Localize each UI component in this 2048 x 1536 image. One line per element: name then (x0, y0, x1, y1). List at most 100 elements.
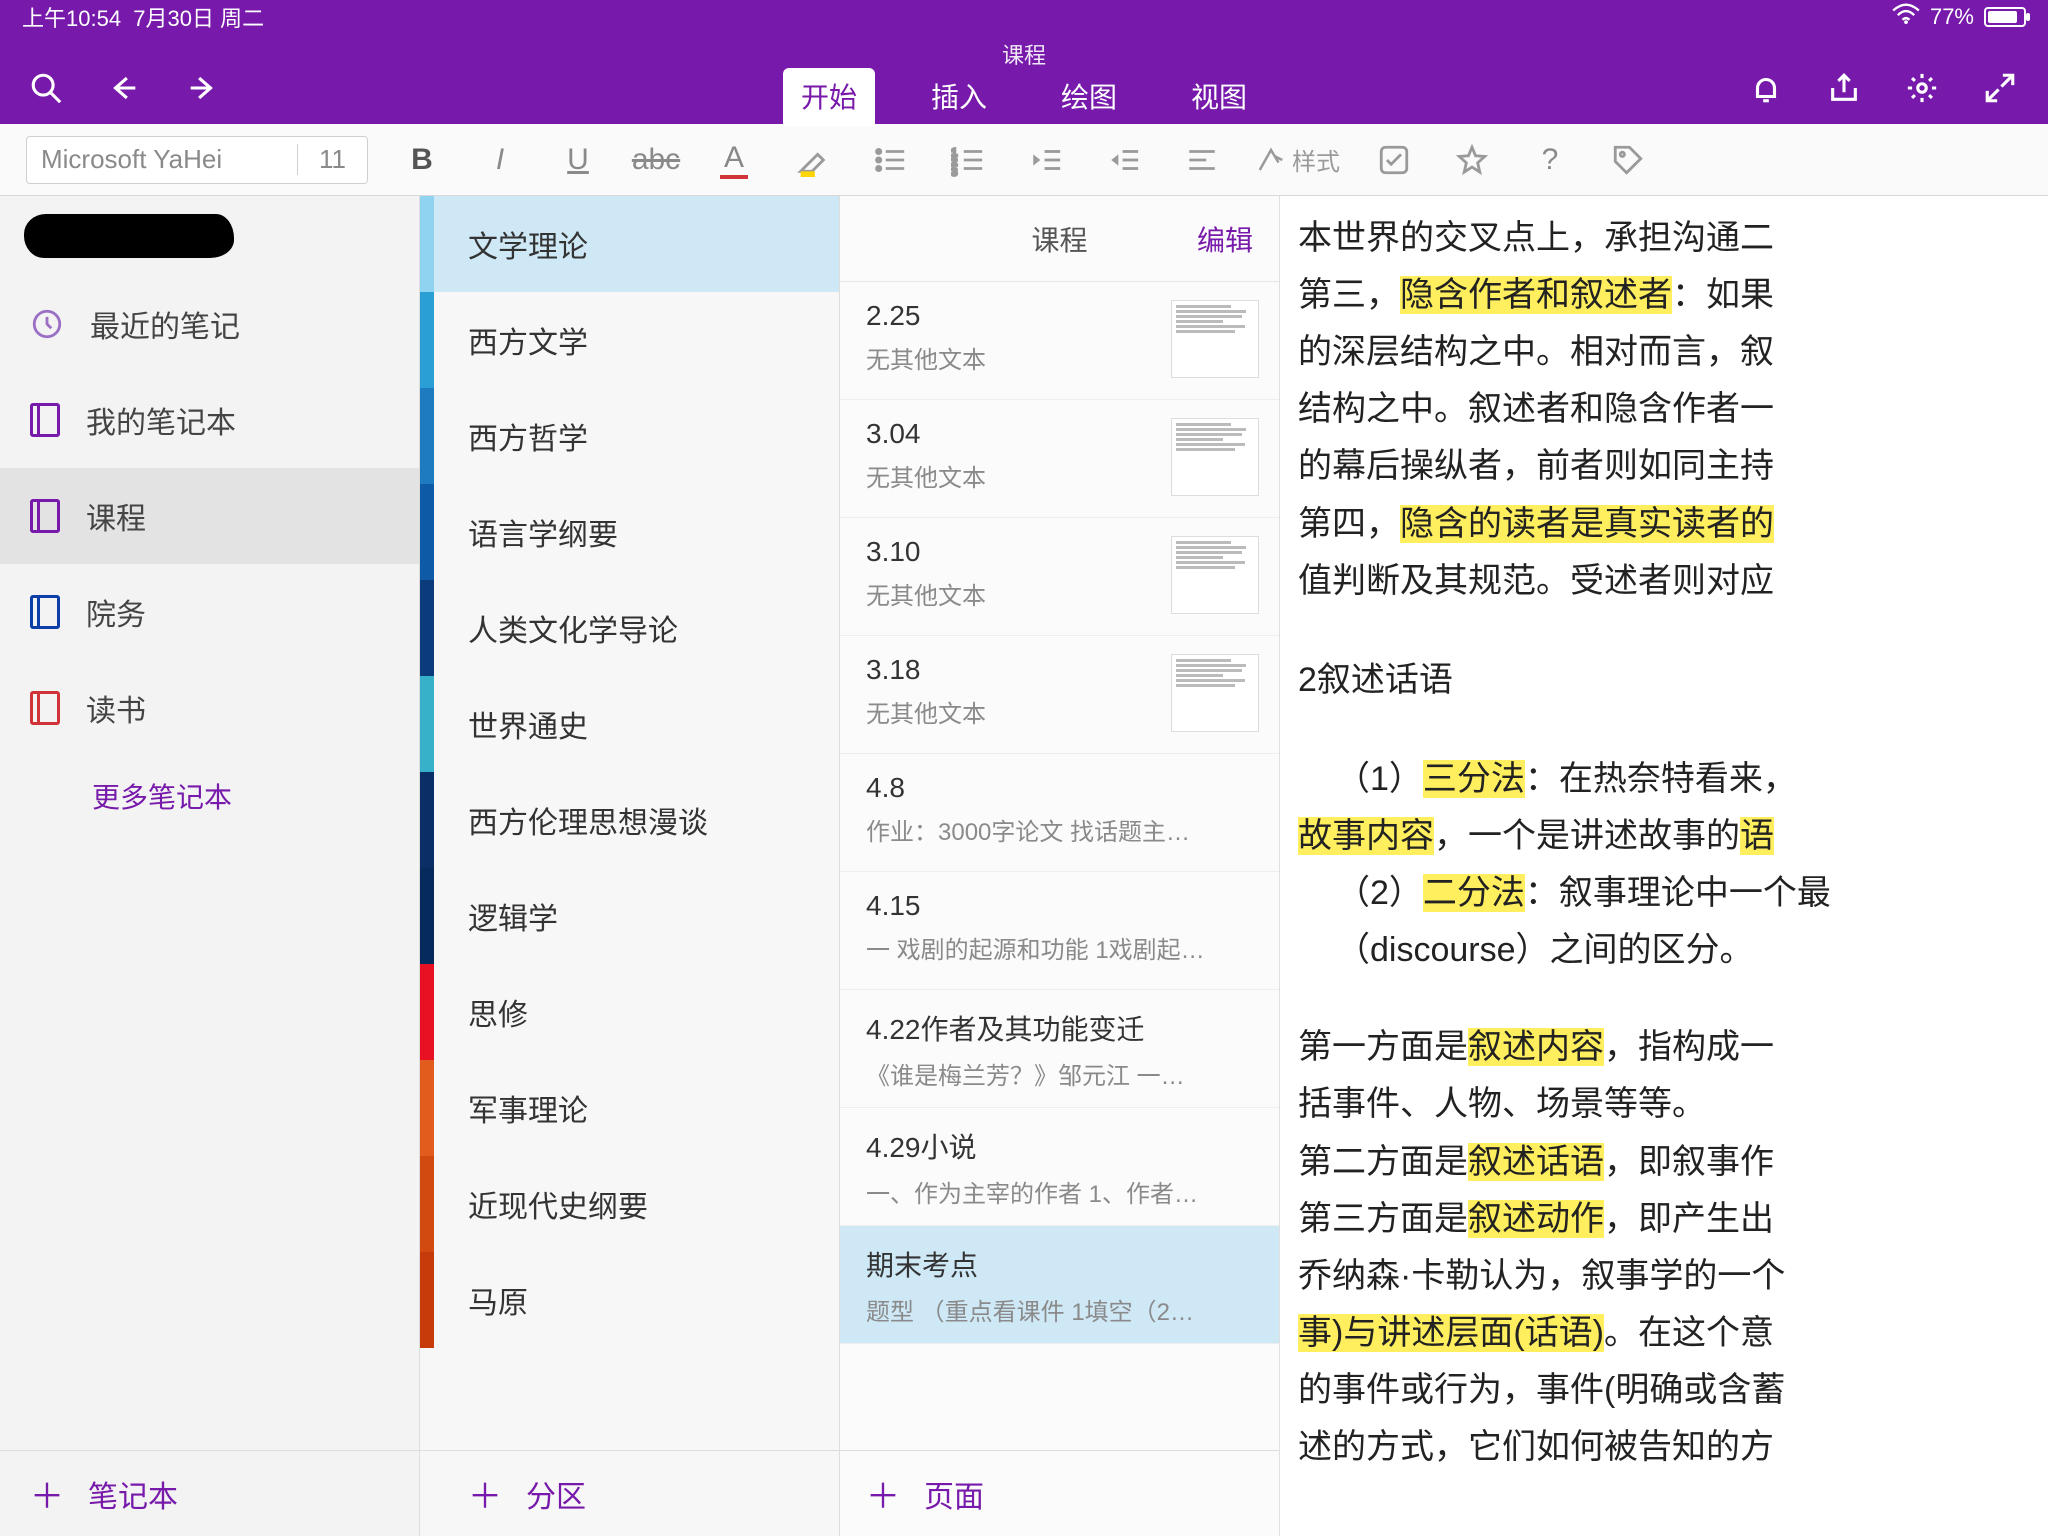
battery-pct: 77% (1930, 4, 1974, 30)
align-button[interactable] (1178, 136, 1226, 184)
page-item-title: 3.04 (866, 418, 1157, 450)
numbering-button[interactable]: 123 (944, 136, 992, 184)
notebook-item[interactable]: 读书 (0, 660, 419, 756)
page-item-title: 4.8 (866, 772, 1259, 804)
plus-icon: ＋ (866, 1469, 900, 1518)
tab-insert[interactable]: 插入 (913, 68, 1005, 126)
section-item[interactable]: 语言学纲要 (420, 484, 839, 580)
section-item[interactable]: 近现代史纲要 (420, 1156, 839, 1252)
page-item[interactable]: 3.10 无其他文本 (840, 518, 1279, 636)
section-item[interactable]: 军事理论 (420, 1060, 839, 1156)
settings-icon[interactable] (1904, 70, 1940, 106)
page-item-title: 3.10 (866, 536, 1157, 568)
page-thumbnail (1171, 654, 1259, 732)
star-tag-button[interactable] (1448, 136, 1496, 184)
section-item[interactable]: 西方文学 (420, 292, 839, 388)
section-item[interactable]: 世界通史 (420, 676, 839, 772)
tag-button[interactable] (1604, 136, 1652, 184)
bold-button[interactable]: B (398, 136, 446, 184)
page-thumbnail (1171, 536, 1259, 614)
wifi-icon (1892, 3, 1920, 31)
styles-button[interactable]: 样式 (1256, 142, 1340, 177)
recent-notes[interactable]: 最近的笔记 (0, 276, 419, 372)
fullscreen-icon[interactable] (1982, 70, 2018, 106)
edit-pages-button[interactable]: 编辑 (1197, 219, 1253, 259)
share-icon[interactable] (1826, 70, 1862, 106)
page-item-preview: 题型 （重点看课件 1填空（2… (866, 1292, 1259, 1327)
page-item[interactable]: 4.29小说一、作为主宰的作者 1、作者… (840, 1108, 1279, 1226)
document-title: 课程 (1002, 38, 1046, 70)
note-content[interactable]: 本世界的交叉点上，承担沟通二 第三，隐含作者和叙述者：如果 的深层结构之中。相对… (1280, 196, 2048, 1536)
plus-icon: ＋ (30, 1469, 64, 1518)
notebook-item[interactable]: 课程 (0, 468, 419, 564)
highlight-button[interactable] (788, 136, 836, 184)
page-item-title: 4.15 (866, 890, 1259, 922)
question-tag-button[interactable]: ? (1526, 136, 1574, 184)
font-selector[interactable]: Microsoft YaHei 11 (26, 136, 368, 184)
font-size[interactable]: 11 (297, 144, 367, 175)
section-item[interactable]: 逻辑学 (420, 868, 839, 964)
svg-text:3: 3 (951, 166, 957, 176)
tab-view[interactable]: 视图 (1173, 68, 1265, 126)
page-item[interactable]: 4.15 一 戏剧的起源和功能 1戏剧起… (840, 872, 1279, 990)
battery-icon (1984, 7, 2026, 27)
add-section[interactable]: ＋分区 (420, 1450, 839, 1536)
notebook-item[interactable]: 院务 (0, 564, 419, 660)
page-item-preview: 无其他文本 (866, 576, 1157, 611)
title-bar: 课程 开始 插入 绘图 视图 (0, 34, 2048, 124)
section-item[interactable]: 西方伦理思想漫谈 (420, 772, 839, 868)
page-list-panel: 课程 编辑 2.25无其他文本3.04无其他文本3.10无其他文本3.18无其他… (840, 196, 1280, 1536)
status-time: 上午10:54 (22, 6, 121, 31)
plus-icon: ＋ (468, 1469, 502, 1518)
indent-button[interactable] (1100, 136, 1148, 184)
notebook-icon (30, 499, 60, 533)
page-item-preview: 作业：3000字论文 找话题主… (866, 812, 1259, 847)
page-item[interactable]: 4.22作者及其功能变迁《谁是梅兰芳？》邹元江 一… (840, 990, 1279, 1108)
section-item[interactable]: 马原 (420, 1252, 839, 1348)
notebook-sidebar: 最近的笔记 我的笔记本 课程 院务 读书 更多笔记本 ＋笔记本 (0, 196, 420, 1536)
page-item-title: 4.22作者及其功能变迁 (866, 1008, 1259, 1048)
page-item[interactable]: 4.8 作业：3000字论文 找话题主… (840, 754, 1279, 872)
add-notebook[interactable]: ＋笔记本 (0, 1450, 419, 1536)
page-item-preview: 一 戏剧的起源和功能 1戏剧起… (866, 930, 1259, 965)
strike-button[interactable]: abc (632, 136, 680, 184)
section-item[interactable]: 西方哲学 (420, 388, 839, 484)
page-item[interactable]: 期末考点题型 （重点看课件 1填空（2… (840, 1226, 1279, 1344)
undo-icon[interactable] (106, 70, 142, 106)
add-page[interactable]: ＋页面 (840, 1450, 1279, 1536)
italic-button[interactable]: I (476, 136, 524, 184)
tab-draw[interactable]: 绘图 (1043, 68, 1135, 126)
redo-icon[interactable] (184, 70, 220, 106)
page-item-preview: 一、作为主宰的作者 1、作者… (866, 1174, 1259, 1209)
page-thumbnail (1171, 418, 1259, 496)
notebook-icon (30, 691, 60, 725)
ribbon-tabs: 开始 插入 绘图 视图 (783, 76, 1265, 126)
page-item-title: 2.25 (866, 300, 1157, 332)
tab-home[interactable]: 开始 (783, 68, 875, 126)
bullets-button[interactable] (866, 136, 914, 184)
notebook-icon (30, 595, 60, 629)
bell-icon[interactable] (1748, 70, 1784, 106)
page-item-title: 3.18 (866, 654, 1157, 686)
status-date: 7月30日 周二 (133, 6, 264, 31)
font-color-button[interactable]: A (710, 136, 758, 184)
page-item-preview: 无其他文本 (866, 340, 1157, 375)
notebook-icon (30, 403, 60, 437)
font-name[interactable]: Microsoft YaHei (27, 144, 297, 175)
page-item-preview: 无其他文本 (866, 458, 1157, 493)
outdent-button[interactable] (1022, 136, 1070, 184)
more-notebooks[interactable]: 更多笔记本 (0, 756, 419, 836)
notebook-item[interactable]: 我的笔记本 (0, 372, 419, 468)
section-item[interactable]: 人类文化学导论 (420, 580, 839, 676)
page-item[interactable]: 3.04 无其他文本 (840, 400, 1279, 518)
page-item[interactable]: 3.18无其他文本 (840, 636, 1279, 754)
section-item[interactable]: 文学理论 (420, 196, 839, 292)
search-icon[interactable] (28, 70, 64, 106)
page-item[interactable]: 2.25 无其他文本 (840, 282, 1279, 400)
ribbon: Microsoft YaHei 11 B I U abc A 123 样式 ? (0, 124, 2048, 196)
underline-button[interactable]: U (554, 136, 602, 184)
todo-button[interactable] (1370, 136, 1418, 184)
account-row[interactable] (0, 196, 419, 276)
page-item-preview: 《谁是梅兰芳？》邹元江 一… (866, 1056, 1259, 1091)
section-item[interactable]: 思修 (420, 964, 839, 1060)
